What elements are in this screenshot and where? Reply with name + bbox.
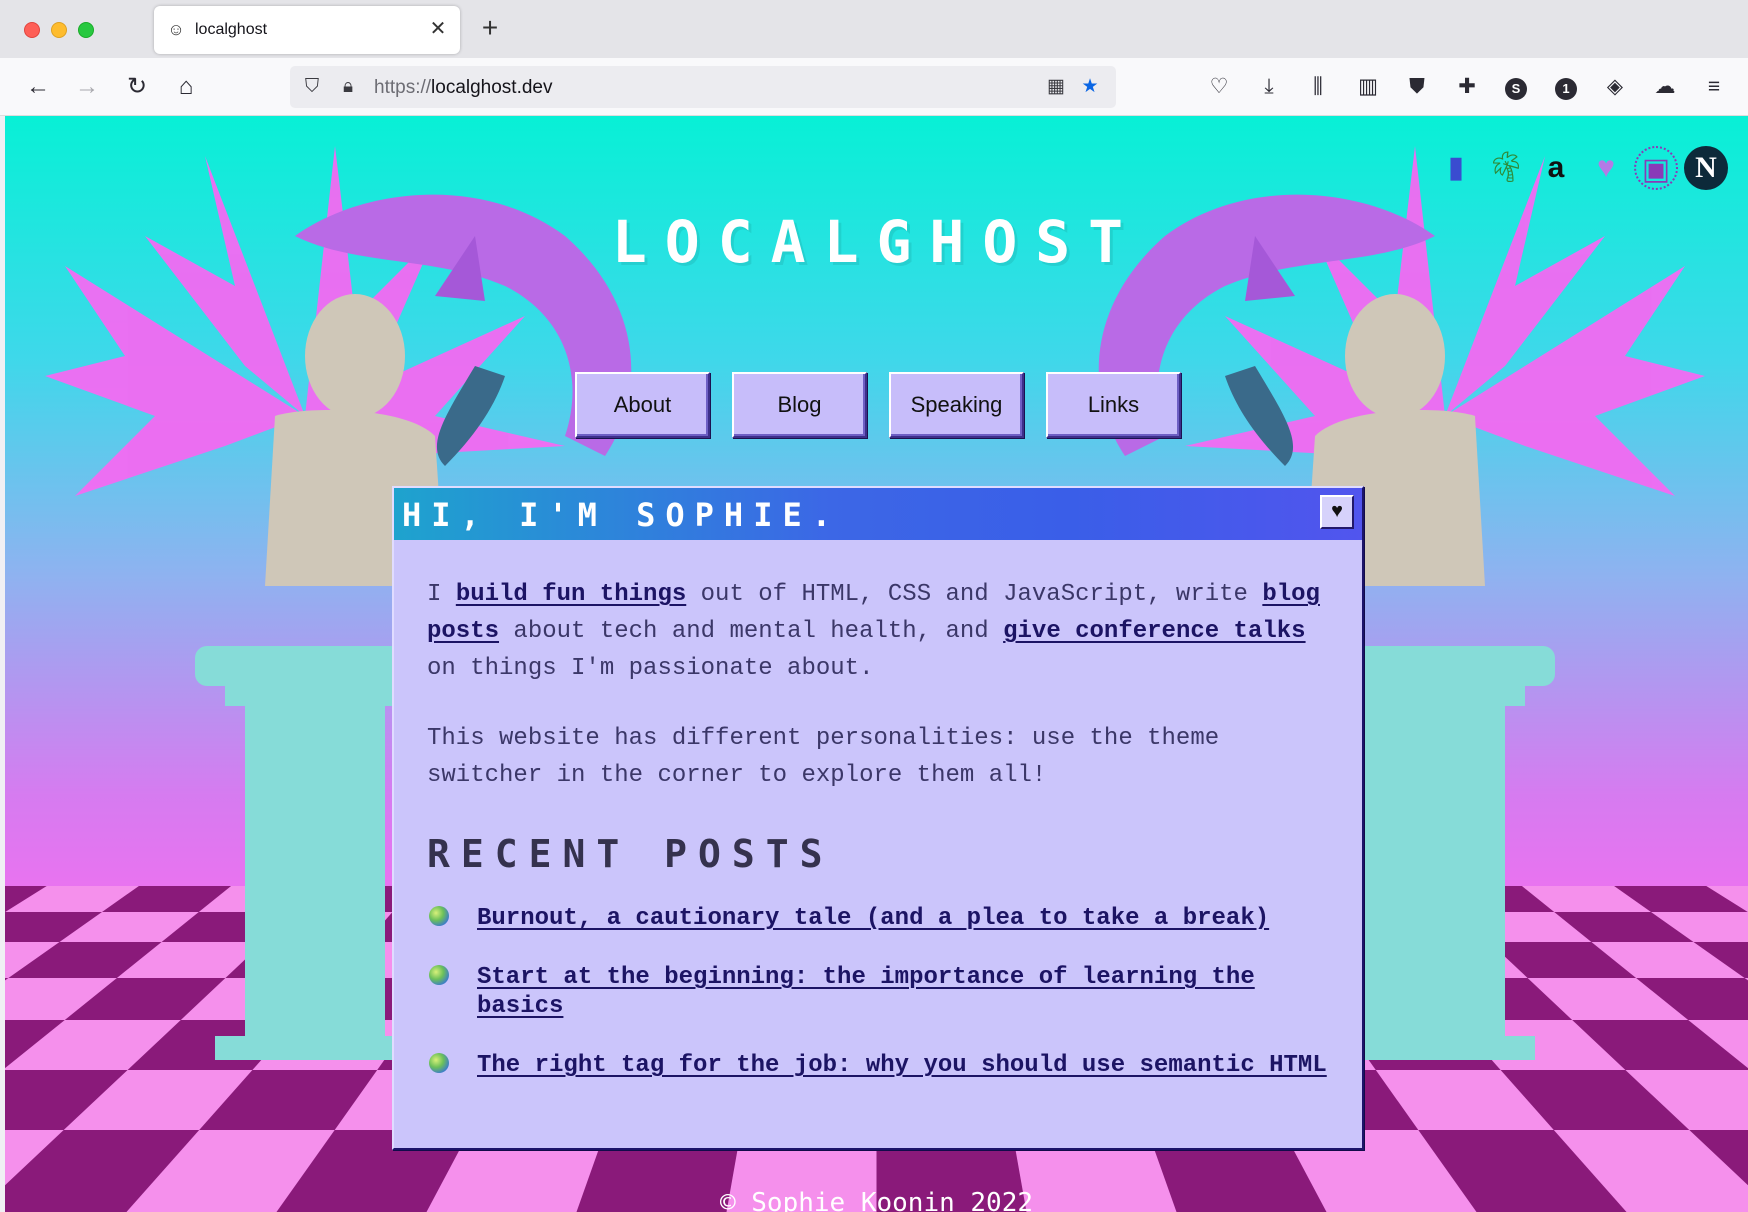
ublock-shield-icon[interactable]: ⛊	[1403, 72, 1431, 102]
tab-title: localghost	[195, 21, 268, 38]
bookmark-star-icon[interactable]: ★	[1078, 75, 1102, 99]
netscape-icon[interactable]: N	[1684, 146, 1728, 190]
qr-code-icon[interactable]: ▦	[1044, 75, 1068, 99]
pocket-icon[interactable]: ♡	[1205, 72, 1233, 102]
password-manager-icon[interactable]: 1	[1552, 72, 1580, 102]
browser-window: ☺ localghost ✕ + ← → ↻ ⌂ ⛉ 🔒︎ https://lo…	[0, 0, 1748, 1212]
building-icon[interactable]: ▮	[1434, 146, 1478, 190]
list-item: The right tag for the job: why you shoul…	[427, 1051, 1327, 1080]
new-tab-button[interactable]: +	[476, 14, 504, 42]
library-icon[interactable]: ⫼	[1304, 72, 1332, 102]
forward-button[interactable]: →	[72, 72, 102, 102]
url-bar[interactable]: ⛉ 🔒︎ https://localghost.dev ▦ ★	[290, 66, 1116, 108]
recent-posts-list: Burnout, a cautionary tale (and a plea t…	[427, 904, 1327, 1110]
intro-text: I build fun things out of HTML, CSS and …	[427, 576, 1337, 827]
post-link-start-at-the-beginning[interactable]: Start at the beginning: the importance o…	[477, 964, 1255, 1020]
cloud-icon[interactable]: ☁	[1651, 72, 1679, 102]
site-title: LOCALGHOST	[611, 208, 1142, 276]
post-link-right-tag[interactable]: The right tag for the job: why you shoul…	[477, 1052, 1327, 1079]
nav-speaking-button[interactable]: Speaking	[889, 372, 1024, 438]
ghost-icon: ☺	[167, 20, 185, 39]
amazon-icon[interactable]: a	[1534, 146, 1578, 190]
nav-links-button[interactable]: Links	[1046, 372, 1181, 438]
globe-bullet-icon	[429, 1053, 449, 1073]
home-button[interactable]: ⌂	[171, 72, 201, 102]
sidebar-icon[interactable]: ▥	[1354, 72, 1382, 102]
extension-s-icon[interactable]: S	[1502, 72, 1530, 102]
build-fun-things-link[interactable]: build fun things	[456, 581, 686, 608]
zoom-window-button[interactable]	[78, 22, 94, 38]
downloads-icon[interactable]: ⤓	[1255, 72, 1283, 102]
privacy-extension-icon[interactable]: ◈	[1601, 72, 1629, 102]
palm-tree-icon[interactable]: 🌴︎	[1484, 146, 1528, 190]
lock-icon[interactable]: 🔒︎	[336, 75, 360, 99]
give-conference-talks-link[interactable]: give conference talks	[1003, 618, 1305, 645]
retro-computer-icon[interactable]: ▣	[1634, 146, 1678, 190]
close-tab-icon[interactable]: ✕	[426, 17, 450, 41]
hamburger-menu-icon[interactable]: ≡	[1700, 72, 1728, 102]
extensions-grid-icon[interactable]: ✚	[1453, 72, 1481, 102]
navigation-toolbar: ← → ↻ ⌂ ⛉ 🔒︎ https://localghost.dev ▦ ★ …	[0, 58, 1748, 116]
post-link-burnout[interactable]: Burnout, a cautionary tale (and a plea t…	[477, 905, 1269, 932]
main-nav: About Blog Speaking Links	[575, 372, 1181, 438]
nav-blog-button[interactable]: Blog	[732, 372, 867, 438]
theme-switcher: ▮ 🌴︎ a ♥ ▣ N	[1434, 146, 1728, 190]
heart-icon[interactable]: ♥	[1584, 146, 1628, 190]
nav-about-button[interactable]: About	[575, 372, 710, 438]
globe-bullet-icon	[429, 965, 449, 985]
list-item: Burnout, a cautionary tale (and a plea t…	[427, 904, 1327, 933]
footer-copyright: © Sophie Koonin 2022	[719, 1188, 1034, 1212]
page-viewport: ▮ 🌴︎ a ♥ ▣ N LOCALGHOST About Blog Speak…	[5, 116, 1748, 1212]
recent-posts-heading: RECENT POSTS	[427, 832, 834, 876]
intro-window-title: HI, I'M SOPHIE.	[402, 496, 841, 534]
back-button[interactable]: ←	[23, 72, 53, 102]
heart-close-icon[interactable]: ♥	[1320, 495, 1354, 529]
globe-bullet-icon	[429, 906, 449, 926]
intro-window-titlebar: HI, I'M SOPHIE. ♥	[394, 488, 1362, 540]
url-text[interactable]: https://localghost.dev	[374, 77, 553, 99]
list-item: Start at the beginning: the importance o…	[427, 963, 1327, 1021]
tab-bar: ☺ localghost ✕ +	[0, 0, 1748, 58]
minimize-window-button[interactable]	[51, 22, 67, 38]
reload-button[interactable]: ↻	[122, 72, 152, 102]
intro-paragraph: I build fun things out of HTML, CSS and …	[427, 581, 1320, 682]
theme-note: This website has different personalities…	[427, 725, 1220, 789]
close-window-button[interactable]	[24, 22, 40, 38]
browser-tab[interactable]: ☺ localghost ✕	[154, 6, 460, 54]
intro-window: HI, I'M SOPHIE. ♥ I build fun things out…	[392, 486, 1364, 1150]
tracking-protection-shield-icon[interactable]: ⛉	[300, 75, 324, 99]
